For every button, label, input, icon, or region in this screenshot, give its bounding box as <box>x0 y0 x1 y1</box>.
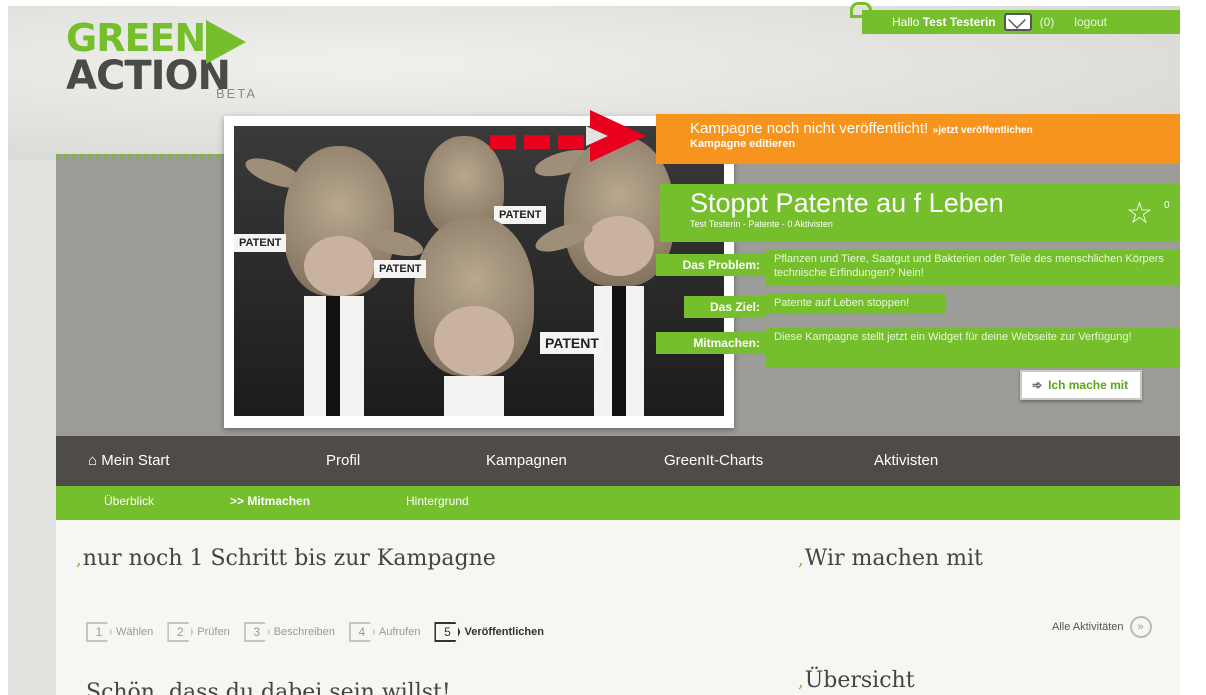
patent-tag: PATENT <box>540 332 604 354</box>
step-veroeffentlichen[interactable]: 5 Veröffentlichen <box>434 622 544 642</box>
page-heading: ,nur noch 1 Schritt bis zur Kampagne <box>76 546 496 571</box>
sheep-snout <box>584 216 654 276</box>
subnav-item-hintergrund[interactable]: Hintergrund <box>406 494 469 508</box>
edit-campaign-link[interactable]: Kampagne editieren <box>690 138 1180 150</box>
red-arrow-dashes <box>490 135 592 154</box>
sheep-snout <box>304 236 374 296</box>
campaign-title: Stoppt Patente au f Leben <box>690 188 1004 218</box>
frame-left <box>0 0 8 695</box>
problem-label: Das Problem: <box>656 254 766 276</box>
campaign-title-box: Stoppt Patente au f Leben Test Testerin … <box>660 184 1180 242</box>
user-bar: Hallo Test Testerin (0) logout <box>862 10 1180 34</box>
problem-text: Pflanzen und Tiere, Saatgut und Bakterie… <box>766 250 1180 286</box>
campaign-meta: Test Testerin - Patente - 0 Aktivisten <box>690 219 833 229</box>
tie <box>612 286 626 416</box>
all-activities-label: Alle Aktivitäten <box>1052 621 1124 633</box>
nav-item-profil[interactable]: Profil <box>326 452 360 469</box>
publish-link[interactable]: »jetzt veröffentlichen <box>933 125 1033 136</box>
step-beschreiben[interactable]: 3 Beschreiben <box>243 622 335 642</box>
main-nav: ⌂ Mein Start Profil Kampagnen GreenIt-Ch… <box>56 436 1180 486</box>
nav-item-greenit-charts[interactable]: GreenIt-Charts <box>664 452 763 469</box>
star-icon[interactable]: ☆ <box>1126 196 1153 231</box>
nav-item-mein-start[interactable]: ⌂ Mein Start <box>88 452 170 469</box>
join-label: Mitmachen: <box>656 332 766 354</box>
star-count: 0 <box>1164 200 1170 211</box>
step-label: Wählen <box>116 626 154 638</box>
logout-link[interactable]: logout <box>1074 15 1107 29</box>
notice-text: Kampagne noch nicht veröffentlicht! <box>690 120 929 137</box>
join-campaign-button[interactable]: ➾ Ich mache mit <box>1020 370 1142 400</box>
sidebar-heading-uebersicht: ,Übersicht <box>798 668 915 693</box>
goal-text: Patente auf Leben stoppen! <box>766 294 946 314</box>
subnav-item-mitmachen[interactable]: >> Mitmachen <box>230 494 310 508</box>
sub-nav: Überblick >> Mitmachen Hintergrund <box>56 486 1180 520</box>
join-campaign-label: Ich mache mit <box>1048 378 1129 392</box>
subnav-item-ueberblick[interactable]: Überblick <box>104 494 154 508</box>
step-label: Aufrufen <box>378 626 421 638</box>
content-heading: Schön, dass du dabei sein willst! <box>86 680 451 695</box>
frame-right <box>1180 0 1206 695</box>
frame-top <box>0 0 1206 6</box>
unpublished-notice: Kampagne noch nicht veröffentlicht! »jet… <box>656 114 1180 164</box>
nav-item-aktivisten[interactable]: Aktivisten <box>874 452 938 469</box>
home-icon: ⌂ <box>88 452 98 469</box>
step-number: 4 <box>348 622 375 642</box>
greeting: Hallo Test Testerin <box>892 15 996 29</box>
double-chevron-right-icon: » <box>1129 616 1152 638</box>
campaign-photo: PATENT PATENT PATENT PATENT <box>234 126 724 416</box>
step-number: 1 <box>86 622 112 642</box>
step-number: 5 <box>434 622 461 642</box>
nav-item-kampagnen[interactable]: Kampagnen <box>486 452 567 469</box>
join-text: Diese Kampagne stellt jetzt ein Widget f… <box>766 328 1180 368</box>
patent-tag: PATENT <box>234 234 287 252</box>
patent-tag: PATENT <box>494 206 547 224</box>
sidebar-heading-wir-machen-mit: ,Wir machen mit <box>798 546 983 571</box>
step-label: Veröffentlichen <box>464 626 544 638</box>
all-activities-link[interactable]: Alle Aktivitäten » <box>1052 616 1152 638</box>
step-number: 2 <box>167 622 194 642</box>
beta-badge: BETA <box>216 86 257 101</box>
logo[interactable]: GREEN ACTION BETA <box>66 19 255 101</box>
logo-flag-icon <box>206 20 246 64</box>
patent-tag: PATENT <box>374 260 427 278</box>
step-waehlen[interactable]: 1 Wählen <box>86 622 153 642</box>
step-number: 3 <box>243 622 270 642</box>
step-pruefen[interactable]: 2 Prüfen <box>167 622 230 642</box>
username[interactable]: Test Testerin <box>923 15 996 29</box>
goal-label: Das Ziel: <box>684 296 766 318</box>
hand-icon: ➾ <box>1032 378 1043 392</box>
mail-count[interactable]: (0) <box>1040 15 1055 29</box>
shirt <box>444 376 504 416</box>
mail-icon[interactable] <box>1003 13 1032 31</box>
progress-steps: 1 Wählen 2 Prüfen 3 Beschreiben 4 Aufrufen 5… <box>86 622 544 642</box>
sheep-snout <box>434 306 514 376</box>
step-label: Prüfen <box>197 626 230 638</box>
red-arrow-notch <box>586 126 608 146</box>
step-label: Beschreiben <box>273 626 335 638</box>
step-aufrufen[interactable]: 4 Aufrufen <box>348 622 421 642</box>
tie <box>326 296 340 416</box>
